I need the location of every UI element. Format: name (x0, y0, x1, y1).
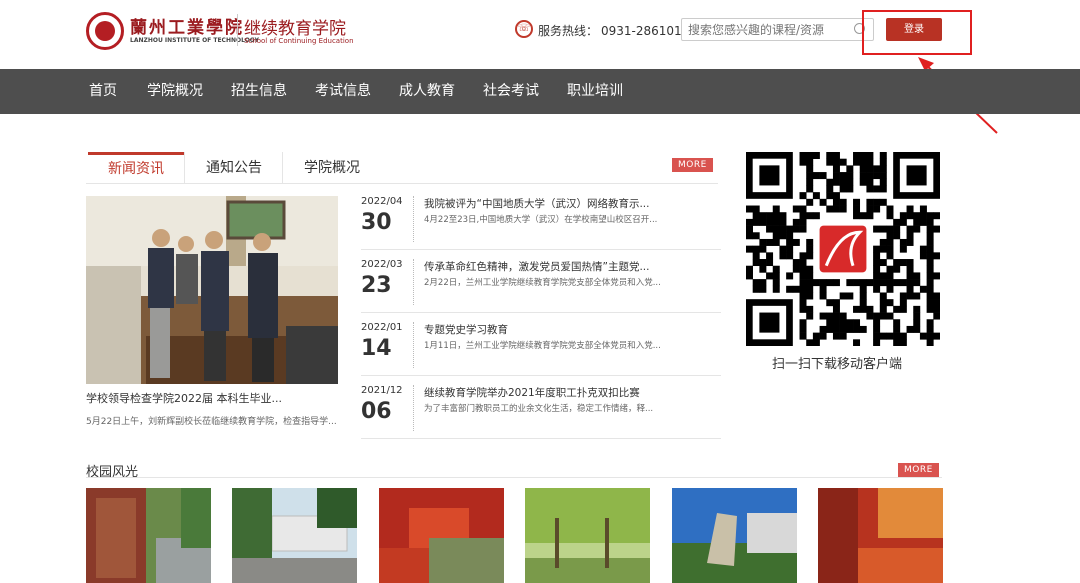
campus-photo[interactable] (525, 488, 650, 583)
news-separator (361, 312, 721, 313)
nav-item-about[interactable]: 学院概况 (147, 69, 203, 114)
site-header: 蘭州工業學院 LANZHOU INSTITUTE OF TECHNOLOGY 继… (0, 0, 1080, 69)
news-desc: 为了丰富部门教职员工的业余文化生活，稳定工作情绪，释... (424, 404, 654, 414)
logo-divider (237, 14, 238, 46)
school-name-cn[interactable]: 蘭州工業學院 (130, 13, 244, 38)
campus-photo[interactable] (672, 488, 797, 583)
news-item[interactable]: 2022/04 30 我院被评为“中国地质大学（武汉）网络教育示... 4月22… (361, 196, 721, 258)
annotation-highlight-box (862, 10, 972, 55)
news-divider (413, 196, 414, 242)
search-box (681, 18, 874, 41)
news-year-month: 2022/04 (361, 196, 403, 207)
qr-code-image (746, 152, 941, 347)
hotline: 服务热线： 0931-2861012 (538, 22, 689, 39)
nav-item-home[interactable]: 首页 (89, 69, 117, 114)
qr-code (746, 152, 941, 347)
campus-photo[interactable] (232, 488, 357, 583)
news-day: 14 (361, 336, 392, 361)
school-seal-icon[interactable] (86, 12, 124, 50)
news-title[interactable]: 继续教育学院举办2021年度职工扑克双扣比赛 (424, 385, 719, 400)
news-day: 23 (361, 273, 392, 298)
tab-news[interactable]: 新闻资讯 (88, 152, 184, 184)
main-nav: 首页 学院概况 招生信息 考试信息 成人教育 社会考试 职业培训 (0, 69, 1080, 114)
featured-news-photo[interactable] (86, 196, 338, 384)
nav-item-vocational-training[interactable]: 职业培训 (567, 69, 623, 114)
news-separator (361, 438, 721, 439)
tab-about[interactable]: 学院概况 (304, 152, 360, 184)
news-day: 06 (361, 399, 392, 424)
news-item[interactable]: 2022/01 14 专题党史学习教育 1月11日，兰州工业学院继续教育学院党支… (361, 322, 721, 384)
campus-photo[interactable] (379, 488, 504, 583)
phone-icon: ☏ (515, 20, 533, 38)
school-name-en: LANZHOU INSTITUTE OF TECHNOLOGY (130, 37, 259, 44)
news-divider (413, 259, 414, 305)
campus-more-button[interactable]: MORE (898, 463, 939, 477)
department-name-cn[interactable]: 继续教育学院 (244, 14, 346, 39)
tab-notices[interactable]: 通知公告 (206, 152, 262, 184)
hotline-number: 0931-2861012 (601, 24, 690, 38)
news-title[interactable]: 我院被评为“中国地质大学（武汉）网络教育示... (424, 196, 719, 211)
news-title[interactable]: 传承革命红色精神，激发党员爱国热情”主题党... (424, 259, 719, 274)
news-divider (413, 322, 414, 368)
news-title[interactable]: 专题党史学习教育 (424, 322, 719, 337)
tab-separator (184, 152, 185, 184)
nav-item-social-exams[interactable]: 社会考试 (483, 69, 539, 114)
news-divider (413, 385, 414, 431)
nav-item-exams[interactable]: 考试信息 (315, 69, 371, 114)
featured-news-title[interactable]: 学校领导检查学院2022届 本科生毕业... (86, 390, 338, 406)
news-year-month: 2021/12 (361, 385, 403, 396)
nav-item-adult-education[interactable]: 成人教育 (399, 69, 455, 114)
news-item[interactable]: 2022/03 23 传承革命红色精神，激发党员爱国热情”主题党... 2月22… (361, 259, 721, 321)
tab-separator (282, 152, 283, 184)
campus-photo[interactable] (818, 488, 943, 583)
news-desc: 1月11日，兰州工业学院继续教育学院党支部全体党员和入党... (424, 341, 661, 351)
news-year-month: 2022/01 (361, 322, 403, 333)
news-separator (361, 249, 721, 250)
news-item[interactable]: 2021/12 06 继续教育学院举办2021年度职工扑克双扣比赛 为了丰富部门… (361, 385, 721, 447)
news-more-button[interactable]: MORE (672, 158, 713, 172)
search-input[interactable] (682, 19, 847, 41)
news-desc: 2月22日，兰州工业学院继续教育学院党支部全体党员和入党... (424, 278, 661, 288)
news-year-month: 2022/03 (361, 259, 403, 270)
qr-caption: 扫一扫下载移动客户端 (772, 357, 903, 372)
campus-photo[interactable] (86, 488, 211, 583)
hotline-label: 服务热线： (538, 24, 599, 38)
nav-item-admissions[interactable]: 招生信息 (231, 69, 287, 114)
news-day: 30 (361, 210, 392, 235)
department-name-en: School of Continuing Education (244, 37, 354, 45)
featured-news-desc: 5月22日上午，刘新辉副校长莅临继续教育学院，检查指导学... (86, 417, 337, 427)
campus-underline (86, 477, 942, 478)
tab-underline (86, 183, 718, 184)
news-desc: 4月22至23日,中国地质大学（武汉）在学校南望山校区召开... (424, 215, 658, 225)
news-separator (361, 375, 721, 376)
